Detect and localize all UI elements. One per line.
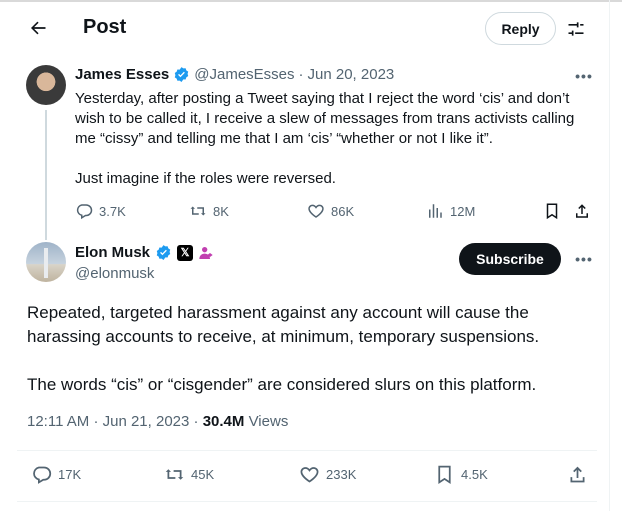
repost-icon	[165, 468, 184, 480]
separator-dot: ·	[298, 66, 304, 83]
post-time[interactable]: 12:11 AM	[27, 413, 89, 430]
post-date[interactable]: Jun 21, 2023	[103, 413, 190, 430]
divider	[17, 501, 597, 502]
author-name[interactable]: James Esses	[75, 66, 169, 83]
main-post-text: Repeated, targeted harassment against an…	[27, 301, 597, 397]
avatar-elon-musk[interactable]	[26, 242, 66, 282]
main-post-actions: 17K 45K 233K 4.5K	[27, 462, 597, 486]
like-count: 233K	[326, 466, 357, 482]
bookmark-count: 4.5K	[461, 466, 488, 482]
post-paragraph: Just imagine if the roles were reversed.	[75, 170, 336, 187]
like-action[interactable]: 86K	[307, 200, 354, 222]
like-count: 86K	[331, 203, 355, 219]
share-icon	[570, 466, 585, 482]
views-count: 30.4M	[202, 413, 245, 430]
back-button[interactable]	[22, 12, 54, 44]
heart-icon	[308, 204, 324, 218]
share-icon	[576, 204, 588, 218]
page-header: Post Reply	[0, 2, 610, 54]
parent-post-header: James Esses @JamesEsses · Jun 20, 2023	[75, 66, 394, 83]
repost-action[interactable]: 8K	[189, 200, 229, 222]
reply-count: 17K	[58, 466, 82, 482]
main-post-author: Elon Musk 𝕏	[75, 244, 214, 261]
views-label: Views	[248, 413, 289, 430]
verified-badge-icon	[156, 245, 171, 260]
reply-icon	[76, 204, 93, 220]
thread-connector-line	[45, 110, 47, 240]
post-date[interactable]: Jun 20, 2023	[308, 66, 395, 83]
repost-icon	[190, 206, 206, 216]
reply-action[interactable]: 3.7K	[75, 200, 126, 222]
views-count: 12M	[450, 203, 476, 219]
ellipsis-icon: •••	[575, 251, 593, 267]
verified-badge-icon	[175, 67, 189, 82]
avatar-james-esses[interactable]	[26, 65, 66, 105]
more-options-button[interactable]: •••	[574, 249, 594, 269]
reply-button[interactable]: Reply	[485, 12, 556, 45]
repost-count: 45K	[191, 466, 215, 482]
subscribe-button[interactable]: Subscribe	[459, 243, 561, 275]
post-paragraph: Yesterday, after posting a Tweet saying …	[75, 90, 575, 147]
bookmark-button[interactable]	[543, 200, 561, 222]
bookmark-icon	[438, 465, 451, 484]
share-button[interactable]	[567, 462, 588, 486]
repost-action[interactable]: 45K	[164, 462, 214, 486]
page-title: Post	[83, 16, 127, 38]
like-action[interactable]: 233K	[299, 462, 356, 486]
arrow-left-icon	[31, 21, 46, 35]
bookmark-action[interactable]: 4.5K	[434, 462, 488, 486]
separator-dot: ·	[193, 413, 199, 430]
reply-action[interactable]: 17K	[31, 462, 81, 486]
x-affiliation-badge-icon[interactable]: 𝕏	[177, 244, 194, 261]
views-action[interactable]: 12M	[426, 200, 475, 222]
author-name[interactable]: Elon Musk	[75, 244, 150, 261]
post-paragraph: Repeated, targeted harassment against an…	[27, 303, 540, 346]
timeline-column: Post Reply James Esses @JamesEsses · Jun…	[0, 0, 610, 511]
more-options-button[interactable]: •••	[574, 66, 594, 86]
parent-post-text: Yesterday, after posting a Tweet saying …	[75, 89, 595, 189]
author-handle[interactable]: @JamesEsses	[194, 66, 294, 83]
settings-sliders-button[interactable]	[563, 15, 589, 43]
post-paragraph: The words “cis” or “cisgender” are consi…	[27, 375, 537, 394]
bar-chart-icon	[429, 204, 442, 218]
divider	[17, 450, 597, 451]
affiliate-person-icon	[199, 246, 213, 259]
reply-icon	[33, 466, 52, 484]
repost-count: 8K	[213, 203, 229, 219]
post-metadata: 12:11 AM · Jun 21, 2023 · 30.4M Views	[27, 413, 288, 430]
separator-dot: ·	[93, 413, 99, 430]
author-handle[interactable]: @elonmusk	[75, 265, 154, 282]
parent-post-actions: 3.7K 8K 86K 12M	[75, 200, 595, 222]
sliders-icon	[568, 22, 584, 36]
ellipsis-icon: •••	[575, 68, 593, 84]
reply-count: 3.7K	[99, 203, 126, 219]
bookmark-icon	[546, 203, 558, 220]
share-button[interactable]	[573, 200, 591, 222]
heart-icon	[300, 466, 319, 483]
